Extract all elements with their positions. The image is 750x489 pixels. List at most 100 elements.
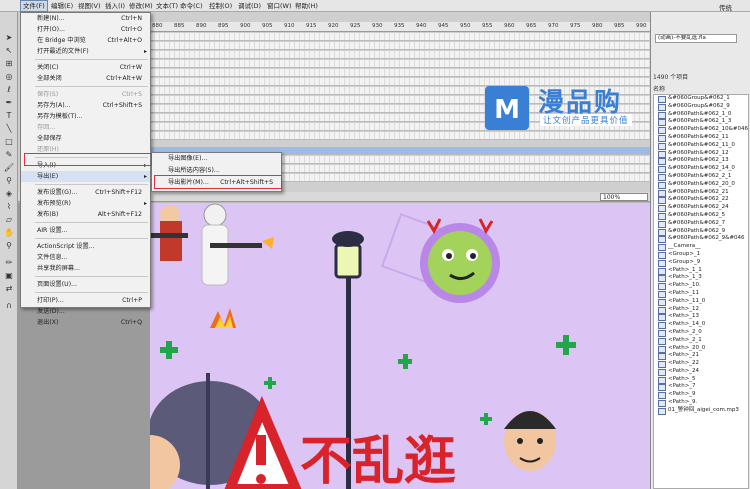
library-item[interactable]: <Path>_9 — [654, 391, 748, 400]
zoom-tool-icon[interactable]: ⚲ — [2, 240, 16, 251]
line-tool-icon[interactable]: ╲ — [2, 123, 16, 134]
stroke-color-icon[interactable]: ✏ — [2, 257, 16, 268]
library-item[interactable]: <Path>_9. — [654, 399, 748, 407]
library-item[interactable]: __Camera__ — [654, 243, 748, 251]
library-item[interactable]: &#060Path&#062_24 — [654, 204, 748, 212]
library-item[interactable]: <Path>_21 — [654, 352, 748, 361]
zoom-select[interactable]: 100% — [600, 193, 648, 201]
menu-window[interactable]: 窗口(W) — [265, 1, 294, 11]
menu-help[interactable]: 帮助(H) — [293, 1, 320, 11]
bone-tool-icon[interactable]: ⚲ — [2, 175, 16, 186]
library-item[interactable]: &#060Path&#062_7 — [654, 220, 748, 228]
transform-tool-icon[interactable]: ⊞ — [2, 58, 16, 69]
library-list[interactable]: &#060Group&#062_1 &#060Group&#062_9 &#060P… — [653, 94, 749, 489]
library-item[interactable]: <Group>_1 — [654, 251, 748, 259]
file-menu-item[interactable]: 退出(X) Ctrl+Q — [21, 317, 150, 328]
timeline-layer-row[interactable] — [150, 33, 650, 41]
menu-file[interactable]: 文件(F) — [20, 0, 48, 12]
lasso-tool-icon[interactable]: ℓ — [2, 84, 16, 95]
file-menu-item[interactable]: 发布设置(G)... Ctrl+Shift+F12 — [21, 187, 150, 198]
text-tool-icon[interactable]: T — [2, 110, 16, 121]
file-menu-item[interactable]: 导出(E) ▸ — [21, 171, 150, 182]
menu-text[interactable]: 文本(T) — [154, 1, 180, 11]
library-item[interactable]: <Path>_22 — [654, 360, 748, 368]
menu-modify[interactable]: 修改(M) — [127, 1, 155, 11]
library-item[interactable]: &#060Path&#062_1_0 — [654, 111, 748, 119]
export-menu-item[interactable]: 导出图像(E)... — [152, 153, 281, 165]
3d-rotation-tool-icon[interactable]: ◎ — [2, 71, 16, 82]
file-menu-item[interactable]: 新建(N)... Ctrl+N — [21, 13, 150, 24]
pen-tool-icon[interactable]: ✒ — [2, 97, 16, 108]
library-item[interactable]: <Path>_12 — [654, 306, 748, 314]
menu-debug[interactable]: 调试(D) — [236, 1, 263, 11]
library-document-select[interactable]: (动画)-不要乱逛.fla — [655, 34, 737, 43]
file-menu-item[interactable]: 关闭(C) Ctrl+W — [21, 62, 150, 73]
file-menu-item[interactable]: 共享我的屏幕... — [21, 263, 150, 274]
library-item[interactable]: &#060Path&#062_1_3 — [654, 118, 748, 127]
swap-colors-icon[interactable]: ⇄ — [2, 283, 16, 294]
brush-tool-icon[interactable]: 🖌 — [2, 162, 16, 173]
file-menu-item[interactable]: 全部保存 — [21, 133, 150, 144]
eyedropper-tool-icon[interactable]: ⌇ — [2, 201, 16, 212]
library-name-column-header[interactable]: 名称 — [653, 84, 665, 93]
library-item[interactable]: &#060Path&#062_9 — [654, 228, 748, 236]
timeline-ruler[interactable]: 880 885 890 895 900 905 910 915 920 925 … — [150, 22, 650, 32]
library-item[interactable]: &#060Path&#062_11 — [654, 134, 748, 142]
library-item[interactable]: <Path>_20_0 — [654, 345, 748, 353]
timeline-layer-row[interactable] — [150, 51, 650, 59]
timeline-layer-row[interactable] — [150, 60, 650, 68]
file-menu-item[interactable]: 发布(B) Alt+Shift+F12 — [21, 209, 150, 220]
library-item[interactable]: <Path>_2_1 — [654, 337, 748, 345]
file-menu-item[interactable]: 页面设置(U)... — [21, 279, 150, 290]
timeline-layer-row[interactable] — [150, 42, 650, 50]
file-menu-item[interactable]: 打印(P)... Ctrl+P — [21, 295, 150, 306]
library-item[interactable]: <Path>_13 — [654, 313, 748, 322]
library-item[interactable]: &#060Path&#062_12 — [654, 150, 748, 158]
workspace-switcher[interactable]: 传统 — [719, 2, 732, 12]
file-menu-item[interactable]: 发送(D)... — [21, 306, 150, 317]
library-item[interactable]: &#060Group&#062_9 — [654, 103, 748, 111]
menu-view[interactable]: 视图(V) — [76, 1, 103, 11]
library-item[interactable]: <Path>_1_1 — [654, 267, 748, 275]
library-item[interactable]: &#060Group&#062_1 — [654, 95, 748, 103]
paint-bucket-tool-icon[interactable]: ◈ — [2, 188, 16, 199]
library-item[interactable]: <Group>_9 — [654, 259, 748, 267]
file-menu-item[interactable]: 打开(O)... Ctrl+O — [21, 24, 150, 35]
menu-commands[interactable]: 命令(C) — [178, 1, 205, 11]
library-item[interactable]: &#060Path&#062_9&#046 — [654, 235, 748, 244]
eraser-tool-icon[interactable]: ▱ — [2, 214, 16, 225]
file-menu-item[interactable]: 文件信息... — [21, 252, 150, 263]
library-item[interactable]: <Path>_10. — [654, 282, 748, 290]
rectangle-tool-icon[interactable]: □ — [2, 136, 16, 147]
library-item[interactable]: &#060Path&#062_21 — [654, 189, 748, 197]
file-menu-item[interactable]: 发布预览(R) ▸ — [21, 198, 150, 209]
library-item[interactable]: &#060Path&#062_13 — [654, 157, 748, 166]
library-item[interactable]: 01_警钟回_aigei_com.mp3 — [654, 407, 748, 415]
file-menu-item[interactable]: 在 Bridge 中浏览 Ctrl+Alt+O — [21, 35, 150, 46]
library-item[interactable]: &#060Path&#062_5 — [654, 212, 748, 220]
library-item[interactable]: &#060Path&#062_11_0 — [654, 142, 748, 150]
library-item[interactable]: <Path>_14_0 — [654, 321, 748, 329]
snap-icon[interactable]: ∩ — [2, 300, 16, 311]
fill-color-icon[interactable]: ▣ — [2, 270, 16, 281]
library-item[interactable]: &#060Path&#062_14_0 — [654, 165, 748, 173]
timeline-layer-row[interactable] — [150, 132, 650, 140]
pencil-tool-icon[interactable]: ✎ — [2, 149, 16, 160]
library-item[interactable]: <Path>_2_0 — [654, 329, 748, 337]
file-menu-item[interactable]: 打开最近的文件(F) ▸ — [21, 46, 150, 57]
file-menu-item[interactable]: 另存为模板(T)... — [21, 111, 150, 122]
timeline-layer-row[interactable] — [150, 69, 650, 77]
library-item[interactable]: <Path>_11 — [654, 290, 748, 298]
library-item[interactable]: <Path>_1_3 — [654, 274, 748, 283]
selection-tool-icon[interactable]: ➤ — [2, 32, 16, 43]
library-item[interactable]: &#060Path&#062_22 — [654, 196, 748, 205]
hand-tool-icon[interactable]: ✋ — [2, 227, 16, 238]
subselection-tool-icon[interactable]: ↖ — [2, 45, 16, 56]
file-menu-item[interactable]: 另存为(A)... Ctrl+Shift+S — [21, 100, 150, 111]
library-item[interactable]: &#060Path&#062_20_0 — [654, 181, 748, 189]
library-item[interactable]: <Path>_7 — [654, 383, 748, 392]
library-item[interactable]: <Path>_24 — [654, 368, 748, 376]
library-item[interactable]: <Path>_11_0 — [654, 298, 748, 306]
menu-control[interactable]: 控制(O) — [207, 1, 234, 11]
file-menu-item[interactable]: AIR 设置... — [21, 225, 150, 236]
